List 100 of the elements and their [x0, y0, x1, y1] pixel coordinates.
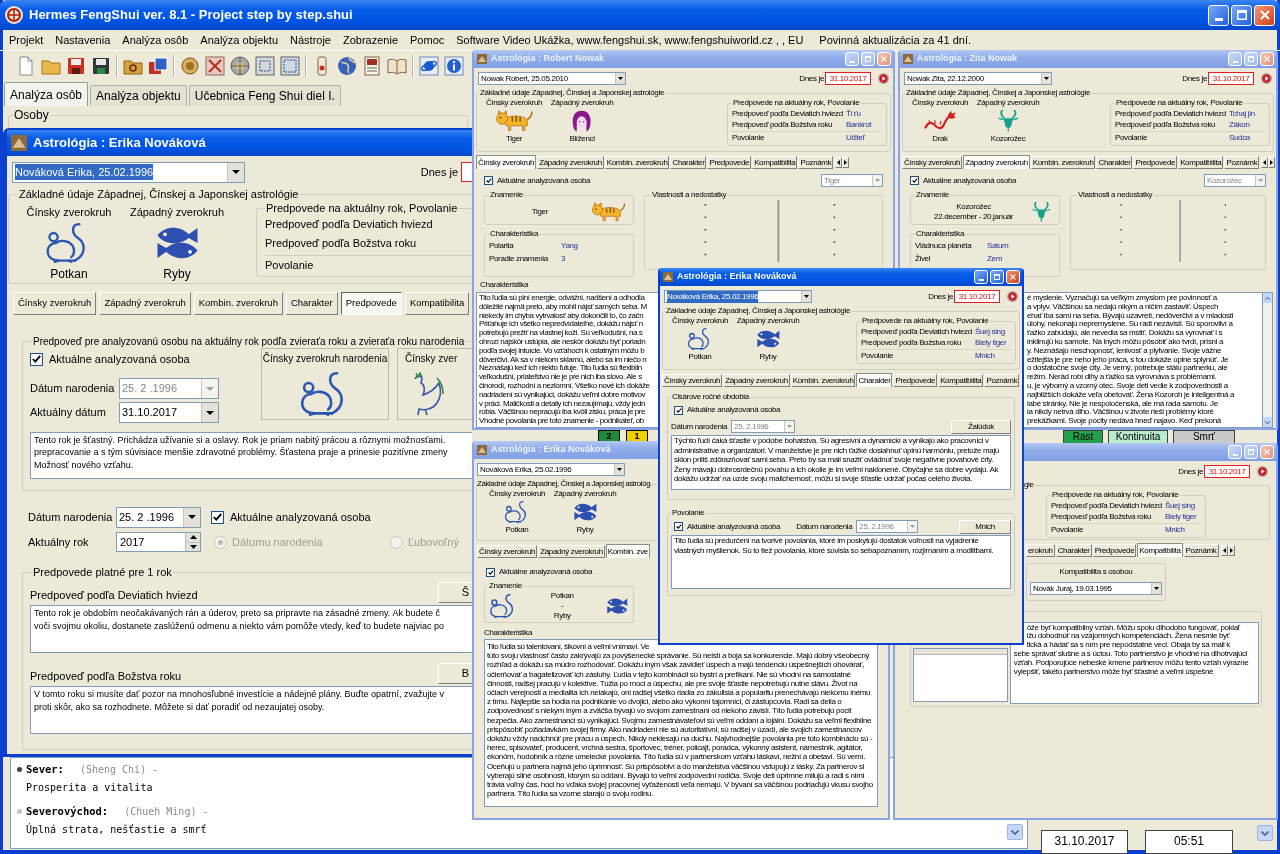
tab[interactable]: Kombin. zverokruh: [1030, 156, 1096, 169]
document-icon[interactable]: [362, 55, 382, 76]
tab[interactable]: Kompatibilita: [1178, 156, 1224, 169]
tab[interactable]: Predpovede: [893, 374, 938, 387]
tab[interactable]: Poznámk: [1224, 156, 1260, 169]
action-button[interactable]: B: [438, 663, 472, 684]
tab[interactable]: Kompatibilita: [1137, 543, 1183, 557]
frame-icon[interactable]: [280, 55, 300, 76]
minimize-button[interactable]: [1208, 4, 1229, 26]
tab[interactable]: Západný zverokruh: [99, 292, 191, 315]
next-button[interactable]: [1007, 291, 1018, 302]
tab[interactable]: Kompatibilita: [404, 292, 470, 315]
next-button[interactable]: [1257, 466, 1268, 477]
tab[interactable]: Učebnica Feng Shui diel I.: [188, 85, 341, 106]
dropdown-button[interactable]: [801, 291, 811, 302]
tab[interactable]: Analýza osôb: [4, 82, 89, 106]
menu-item[interactable]: Projekt: [3, 31, 50, 49]
tab[interactable]: Poznámk: [984, 374, 1020, 387]
maximize-button[interactable]: [990, 270, 1004, 284]
action-button[interactable]: Mnich: [959, 519, 1011, 534]
tab[interactable]: Čínsky zverokruh: [13, 292, 97, 315]
action-button[interactable]: Š: [438, 582, 472, 603]
close-button[interactable]: [1006, 270, 1020, 284]
menu-item[interactable]: Analýza objektu: [194, 31, 284, 49]
menu-item[interactable]: Pomoc: [404, 31, 451, 49]
dropdown-field[interactable]: Nowak Zita, 22.12.2000: [904, 72, 1052, 85]
maximize-button[interactable]: [1231, 4, 1252, 26]
dropdown-button[interactable]: [1041, 73, 1051, 84]
spin-down-button[interactable]: [185, 542, 200, 551]
tab[interactable]: Predpovede: [707, 156, 752, 169]
tab[interactable]: Kompatibilita: [938, 374, 984, 387]
dropdown-button[interactable]: [201, 403, 218, 422]
planet-icon[interactable]: [419, 55, 439, 76]
tab[interactable]: Charakter: [285, 292, 338, 315]
tab[interactable]: Čínsky zverokruh: [662, 374, 723, 387]
tab[interactable]: erokruh: [1026, 544, 1055, 557]
tab[interactable]: Čínsky zverokruh: [902, 156, 963, 169]
checkbox[interactable]: [486, 567, 495, 577]
list-field[interactable]: [913, 648, 1008, 702]
dropdown-field[interactable]: Nováková Erika, 25.02.1996: [664, 290, 812, 303]
tab[interactable]: Západný zverokruh: [537, 156, 604, 169]
checkbox[interactable]: [910, 176, 919, 185]
tab[interactable]: Charakter: [1055, 544, 1092, 557]
tab[interactable]: Kombin. zve: [605, 544, 650, 558]
dropdown-field[interactable]: Novák Juraj, 19.03.1995: [1030, 582, 1162, 595]
next-button[interactable]: [878, 73, 889, 84]
badge-icon[interactable]: [180, 55, 200, 76]
tab[interactable]: Kombin. zverokruh: [604, 156, 670, 169]
tab[interactable]: Predpovede: [1092, 544, 1137, 557]
info-icon[interactable]: [444, 55, 464, 76]
dropdown-button[interactable]: [183, 507, 200, 527]
tab[interactable]: Charakter: [1096, 156, 1133, 169]
dropdown-field[interactable]: Nováková Erika, 25.02.1996: [12, 161, 245, 183]
dropdown-field[interactable]: Nowak Robert, 25.05.2010: [478, 72, 626, 85]
dropdown-button[interactable]: [615, 73, 625, 84]
tab[interactable]: Kombin. zverokruh: [193, 292, 283, 315]
checkbox[interactable]: [211, 510, 224, 524]
tab[interactable]: Poznámk: [1183, 544, 1219, 557]
scroll-down-button[interactable]: [1263, 417, 1272, 427]
scroll-down-button[interactable]: [1007, 824, 1023, 840]
minimize-button[interactable]: [974, 270, 988, 284]
scroll-up-button[interactable]: [1263, 293, 1272, 303]
dropdown-field[interactable]: Nováková Erika, 25.02.1996: [477, 463, 625, 476]
dropdown-field[interactable]: 25. 2 .1996: [116, 506, 201, 528]
menu-item[interactable]: Nástroje: [284, 31, 337, 49]
tab[interactable]: Kombin. zverokruh: [790, 374, 856, 387]
menu-item[interactable]: Analýza osôb: [116, 31, 195, 49]
checkbox[interactable]: [674, 405, 683, 415]
tab[interactable]: Predpovede: [1133, 156, 1178, 169]
menu-item[interactable]: Software Video Ukážka, www.fengshui.sk, www.fengshuiworld.cz , , EU: [450, 31, 810, 49]
dropdown-button[interactable]: [614, 464, 624, 475]
tab[interactable]: Čínsky zverokruh: [477, 545, 538, 558]
checkbox[interactable]: [30, 352, 43, 366]
tab[interactable]: Predpovede: [340, 292, 402, 315]
checkbox[interactable]: [674, 522, 683, 531]
action-button[interactable]: Žalúdok: [951, 419, 1011, 434]
tab[interactable]: Analýza objektu: [90, 85, 187, 106]
windows-icon[interactable]: [148, 55, 168, 76]
next-button[interactable]: [1261, 73, 1272, 84]
dropdown-button[interactable]: [227, 162, 244, 182]
scroll-down-button[interactable]: [1257, 825, 1273, 841]
cross-icon[interactable]: [205, 55, 225, 76]
spin-up-button[interactable]: [185, 533, 200, 543]
tab[interactable]: Charakter: [670, 156, 707, 169]
menu-item[interactable]: Zobrazenie: [337, 31, 405, 49]
menu-item[interactable]: Nastavenia: [49, 31, 117, 49]
dropdown-field[interactable]: 31.10.2017: [119, 402, 219, 423]
tab[interactable]: Západný zverokruh: [723, 374, 790, 387]
wheel-icon[interactable]: [230, 55, 250, 76]
tab[interactable]: Západný zverokruh: [963, 155, 1030, 169]
dropdown-button[interactable]: [1151, 583, 1161, 594]
tab[interactable]: Charakter: [856, 373, 893, 387]
close-button[interactable]: [1254, 4, 1275, 26]
number-field[interactable]: 2017: [116, 532, 201, 552]
tab[interactable]: Západný zverokruh: [538, 545, 605, 558]
tab[interactable]: Čínsky zverokruh: [476, 155, 537, 169]
globe-icon[interactable]: [337, 55, 357, 76]
tab[interactable]: Kompatibilita: [752, 156, 798, 169]
tab[interactable]: Poznámk: [798, 156, 834, 169]
checkbox[interactable]: [484, 176, 493, 185]
